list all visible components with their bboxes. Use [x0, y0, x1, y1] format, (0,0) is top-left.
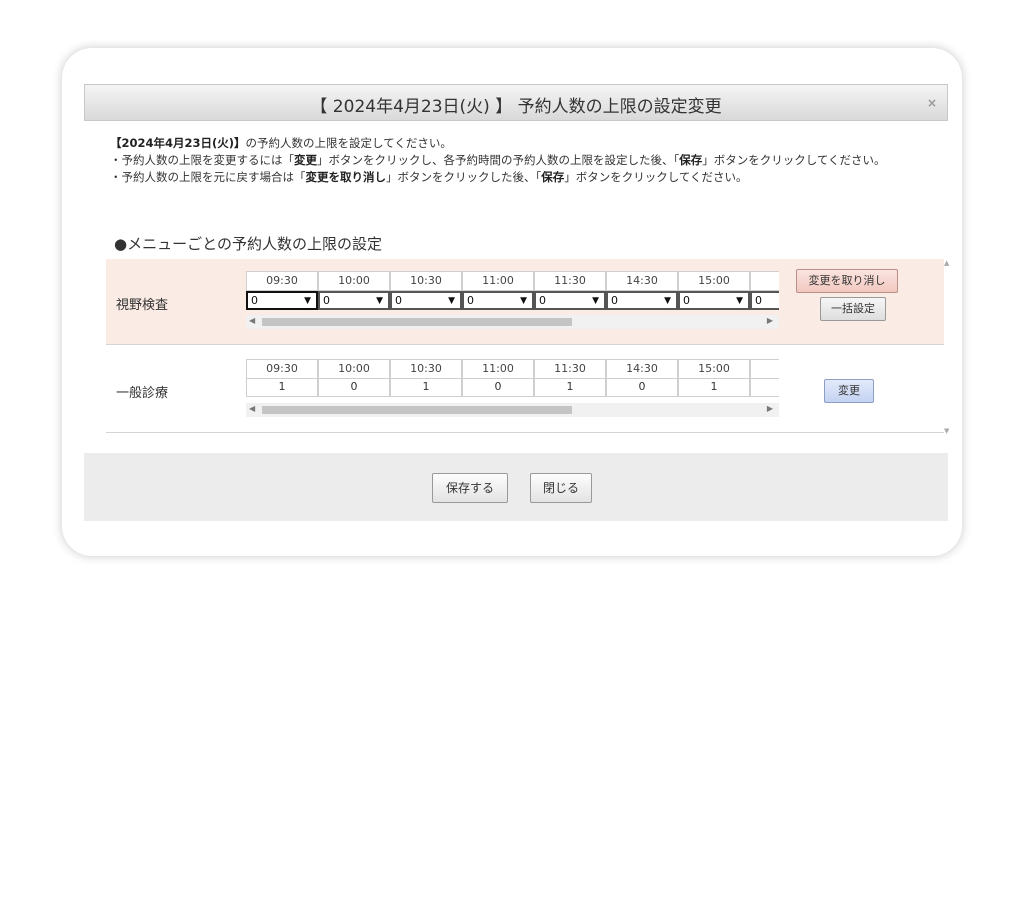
- slot-time: 11:30: [534, 271, 606, 291]
- limit-value: [750, 379, 779, 397]
- limit-select[interactable]: 0 ▼: [534, 291, 606, 310]
- time-slot: 10:00 0: [318, 359, 390, 399]
- limit-value: 0: [318, 379, 390, 397]
- slot-time: 15: [750, 271, 779, 291]
- limit-select-value: 0: [395, 294, 402, 307]
- slot-time: 10:00: [318, 271, 390, 291]
- limit-select-value: 0: [251, 294, 258, 307]
- chevron-down-icon: ▼: [664, 296, 671, 306]
- date-label: 【2024年4月23日(火)】: [110, 136, 246, 150]
- close-button[interactable]: 閉じる: [530, 473, 592, 503]
- dialog-footer: [84, 453, 948, 521]
- time-slot: 15:00 1: [678, 359, 750, 399]
- chevron-down-icon: ▼: [520, 296, 527, 306]
- limit-select-value: 0: [323, 294, 330, 307]
- slot-time: 09:30: [246, 271, 318, 291]
- slot-time: 10:30: [390, 359, 462, 379]
- horizontal-scrollbar[interactable]: ◀ ▶: [246, 403, 779, 417]
- scroll-left-icon[interactable]: ◀: [249, 316, 255, 325]
- limit-value: 0: [462, 379, 534, 397]
- limit-select[interactable]: 0 ▼: [462, 291, 534, 310]
- scroll-up-icon[interactable]: ▲: [944, 259, 949, 267]
- time-slot: 15:00 0 ▼: [678, 271, 750, 311]
- limit-select-value: 0: [755, 294, 762, 307]
- time-slot: 11:00 0 ▼: [462, 271, 534, 311]
- limit-value: 1: [534, 379, 606, 397]
- limit-select-value: 0: [611, 294, 618, 307]
- limit-select-value: 0: [539, 294, 546, 307]
- slot-time: 11:00: [462, 359, 534, 379]
- limit-select-value: 0: [467, 294, 474, 307]
- chevron-down-icon: ▼: [376, 296, 383, 306]
- cancel-change-button[interactable]: 変更を取り消し: [796, 269, 898, 293]
- horizontal-scrollbar[interactable]: ◀ ▶: [246, 315, 779, 329]
- slot-time: 10:30: [390, 271, 462, 291]
- vertical-scrollbar[interactable]: ▲ ▼: [944, 259, 952, 435]
- limit-select[interactable]: 0 ▼: [390, 291, 462, 310]
- menu-row-general-care: 一般診療 09:30 1 10:00 0 10:30 1 11:00 0 11:30 1 14:30…: [106, 347, 944, 433]
- slot-time: 14:30: [606, 359, 678, 379]
- dialog-titlebar: 【 2024年4月23日(火) 】 予約人数の上限の設定変更 ×: [84, 84, 948, 121]
- time-slot: 10:30 1: [390, 359, 462, 399]
- scroll-down-icon[interactable]: ▼: [944, 427, 949, 435]
- chevron-down-icon: ▼: [304, 296, 311, 306]
- limit-select[interactable]: 0 ▼: [246, 291, 318, 310]
- limit-select[interactable]: 0 ▼: [678, 291, 750, 310]
- dialog-title: 【 2024年4月23日(火) 】 予約人数の上限の設定変更: [310, 97, 722, 117]
- slot-time: 11:30: [534, 359, 606, 379]
- time-slot: 11:30 0 ▼: [534, 271, 606, 311]
- slot-time: 10:00: [318, 359, 390, 379]
- time-slot: 10:00 0 ▼: [318, 271, 390, 311]
- limit-select[interactable]: 0 ▼: [318, 291, 390, 310]
- menu-name: 一般診療: [116, 386, 169, 401]
- scroll-right-icon[interactable]: ▶: [767, 316, 773, 325]
- time-slot: 14:30 0: [606, 359, 678, 399]
- bulk-set-button[interactable]: 一括設定: [820, 297, 886, 321]
- time-slot: 09:30 0 ▼: [246, 271, 318, 311]
- time-slot: 150: [750, 271, 779, 311]
- scroll-right-icon[interactable]: ▶: [767, 404, 773, 413]
- time-slot: 11:00 0: [462, 359, 534, 399]
- limit-select[interactable]: 0: [750, 291, 779, 310]
- limit-value: 1: [390, 379, 462, 397]
- time-slot: 11:30 1: [534, 359, 606, 399]
- slot-time: 11:00: [462, 271, 534, 291]
- slot-scroll-area[interactable]: 09:30 1 10:00 0 10:30 1 11:00 0 11:30 1 14:30 0 15:0…: [246, 359, 779, 423]
- chevron-down-icon: ▼: [448, 296, 455, 306]
- scroll-left-icon[interactable]: ◀: [249, 404, 255, 413]
- instruction-line-3: ・予約人数の上限を元に戻す場合は「変更を取り消し」ボタンをクリックした後、「保存…: [110, 170, 748, 184]
- instruction-line-1: 【2024年4月23日(火)】の予約人数の上限を設定してください。: [110, 136, 452, 150]
- menu-table: 視野検査 09:30 0 ▼ 10:00 0 ▼ 10:30 0 ▼ 11:00 0 ▼ 11:30 0 ▼…: [106, 259, 952, 435]
- slot-scroll-area[interactable]: 09:30 0 ▼ 10:00 0 ▼ 10:30 0 ▼ 11:00 0 ▼ 11:30 0 ▼ 14:30…: [246, 271, 779, 335]
- scroll-thumb[interactable]: [262, 318, 572, 326]
- limit-value: 1: [678, 379, 750, 397]
- limit-value: 1: [246, 379, 318, 397]
- save-button[interactable]: 保存する: [432, 473, 508, 503]
- slot-time: 15:00: [678, 271, 750, 291]
- chevron-down-icon: ▼: [736, 296, 743, 306]
- close-icon[interactable]: ×: [925, 96, 939, 110]
- slot-time: 15: [750, 359, 779, 379]
- time-slot: 15: [750, 359, 779, 399]
- section-title: ●メニューごとの予約人数の上限の設定: [114, 235, 382, 253]
- limit-settings-dialog: 【 2024年4月23日(火) 】 予約人数の上限の設定変更 × 【2024年4…: [84, 84, 949, 521]
- time-slot: 14:30 0 ▼: [606, 271, 678, 311]
- slot-time: 14:30: [606, 271, 678, 291]
- chevron-down-icon: ▼: [592, 296, 599, 306]
- time-slot: 09:30 1: [246, 359, 318, 399]
- menu-name: 視野検査: [116, 298, 169, 313]
- slot-time: 09:30: [246, 359, 318, 379]
- change-button[interactable]: 変更: [824, 379, 874, 403]
- slot-time: 15:00: [678, 359, 750, 379]
- limit-select-value: 0: [683, 294, 690, 307]
- time-slot: 10:30 0 ▼: [390, 271, 462, 311]
- instructions: 【2024年4月23日(火)】の予約人数の上限を設定してください。 ・予約人数の…: [110, 135, 930, 186]
- limit-value: 0: [606, 379, 678, 397]
- menu-row-visual-field: 視野検査 09:30 0 ▼ 10:00 0 ▼ 10:30 0 ▼ 11:00 0 ▼ 11:30 0 ▼…: [106, 259, 944, 345]
- scroll-thumb[interactable]: [262, 406, 572, 414]
- limit-select[interactable]: 0 ▼: [606, 291, 678, 310]
- dialog-content: 【2024年4月23日(火)】の予約人数の上限を設定してください。 ・予約人数の…: [84, 121, 949, 521]
- instruction-line-2: ・予約人数の上限を変更するには「変更」ボタンをクリックし、各予約時間の予約人数の…: [110, 153, 886, 167]
